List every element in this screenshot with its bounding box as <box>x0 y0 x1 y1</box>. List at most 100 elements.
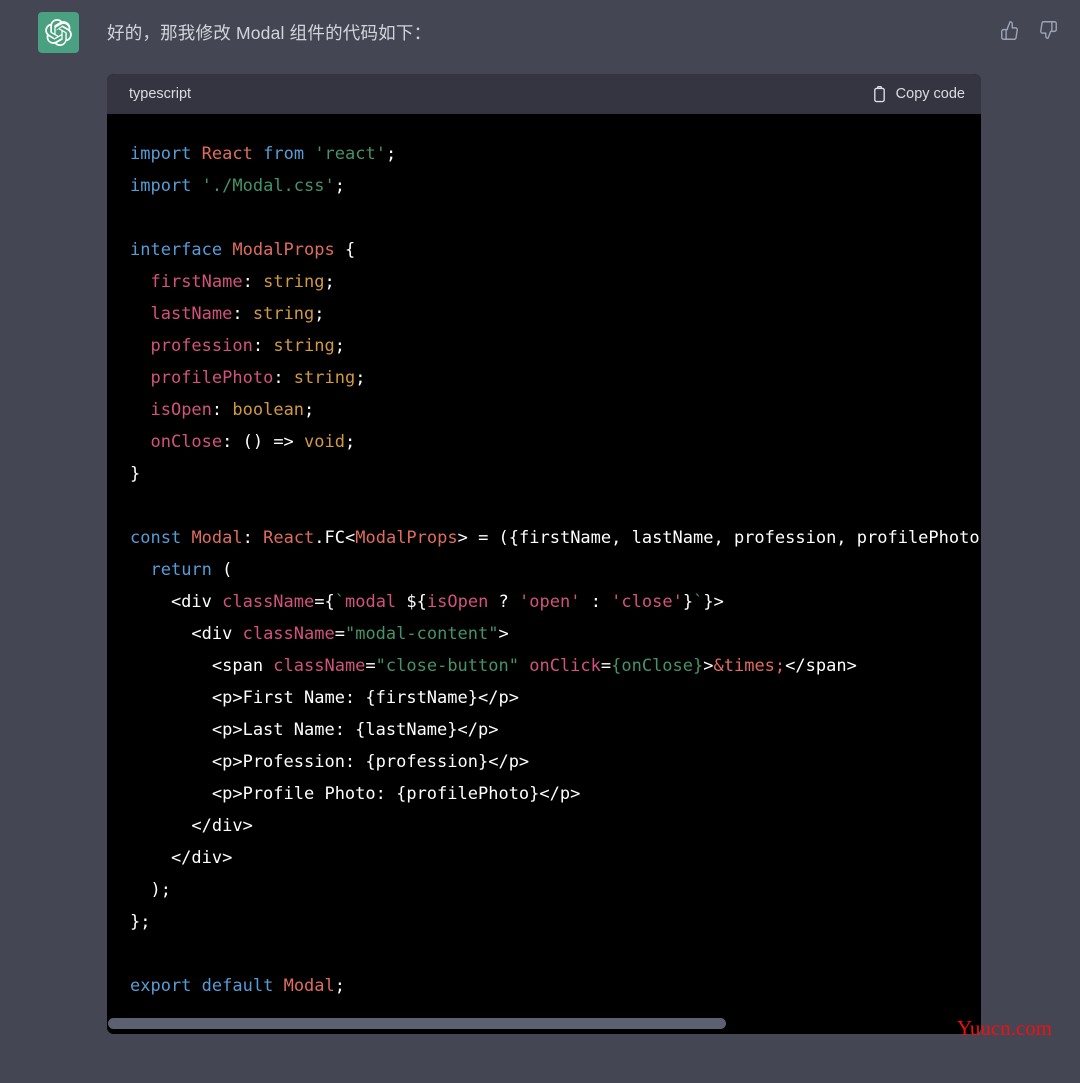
copy-code-label: Copy code <box>896 86 965 102</box>
code-line: profession: string; <box>130 330 981 362</box>
code-token: > <box>499 624 509 644</box>
copy-code-button[interactable]: Copy code <box>872 86 965 103</box>
code-token <box>191 176 201 196</box>
code-line: } <box>130 458 981 490</box>
code-token <box>130 560 150 580</box>
code-token: default <box>202 976 274 996</box>
code-token: Modal <box>284 976 335 996</box>
code-token: </div> <box>130 848 232 868</box>
code-token: ` <box>335 592 345 612</box>
code-line: <p>Profile Photo: {profilePhoto}</p> <box>130 778 981 810</box>
code-token: lastName <box>150 304 232 324</box>
code-token: "close-button" <box>376 656 519 676</box>
code-token: modal <box>345 592 406 612</box>
code-token: ; <box>345 432 355 452</box>
code-token <box>519 656 529 676</box>
code-block-header: typescript Copy code <box>107 74 981 114</box>
code-token: ; <box>314 304 324 324</box>
code-token: ={ <box>314 592 334 612</box>
code-token: ${ <box>406 592 426 612</box>
code-token: className <box>273 656 365 676</box>
code-token <box>304 144 314 164</box>
code-token: React <box>263 528 314 548</box>
code-token: <div <box>130 624 243 644</box>
code-token: <p>Profession: {profession}</p> <box>130 752 529 772</box>
code-line: profilePhoto: string; <box>130 362 981 394</box>
code-content: import React from 'react';import './Moda… <box>107 138 981 1002</box>
code-token: > = ({firstName, lastName, profession, p… <box>458 528 981 548</box>
code-token: profession <box>150 336 252 356</box>
code-token: </span> <box>785 656 857 676</box>
code-line: <p>Last Name: {lastName}</p> <box>130 714 981 746</box>
code-line: import React from 'react'; <box>130 138 981 170</box>
code-token: } <box>683 592 693 612</box>
code-line: </div> <box>130 810 981 842</box>
code-token: ModalProps <box>232 240 334 260</box>
code-line: interface ModalProps { <box>130 234 981 266</box>
code-token <box>191 144 201 164</box>
code-line <box>130 938 981 970</box>
code-token: ; <box>355 368 365 388</box>
code-token: isOpen <box>150 400 211 420</box>
code-line: }; <box>130 906 981 938</box>
code-token: .FC< <box>314 528 355 548</box>
code-token: ; <box>386 144 396 164</box>
code-token: return <box>150 560 211 580</box>
horizontal-scrollbar-thumb[interactable] <box>108 1018 726 1029</box>
thumbs-down-icon[interactable] <box>1037 20 1058 41</box>
code-token: string <box>273 336 334 356</box>
code-token: ; <box>335 176 345 196</box>
horizontal-scrollbar-track[interactable] <box>107 1013 981 1034</box>
thumbs-up-icon[interactable] <box>1000 20 1021 41</box>
code-token: ? <box>488 592 519 612</box>
code-token: <span <box>130 656 273 676</box>
openai-logo-icon <box>45 19 72 46</box>
code-token <box>222 240 232 260</box>
code-token: from <box>263 144 304 164</box>
code-token <box>191 976 201 996</box>
code-language-label: typescript <box>129 86 191 102</box>
code-token: ; <box>335 976 345 996</box>
code-token: = <box>335 624 345 644</box>
code-line: <span className="close-button" onClick={… <box>130 650 981 682</box>
code-block: typescript Copy code import React from '… <box>107 74 981 1034</box>
code-token: className <box>243 624 335 644</box>
code-token: './Modal.css' <box>202 176 335 196</box>
code-token: }> <box>703 592 723 612</box>
code-token <box>130 368 150 388</box>
code-token: interface <box>130 240 222 260</box>
code-token: <div <box>130 592 222 612</box>
code-token: isOpen <box>427 592 488 612</box>
code-line: const Modal: React.FC<ModalProps> = ({fi… <box>130 522 981 554</box>
avatar <box>38 12 79 53</box>
code-token: > <box>703 656 713 676</box>
code-token: 'close' <box>611 592 683 612</box>
code-line: onClose: () => void; <box>130 426 981 458</box>
code-token <box>130 432 150 452</box>
code-token: void <box>304 432 345 452</box>
code-token: : <box>243 272 263 292</box>
code-token: </div> <box>130 816 253 836</box>
code-line: ); <box>130 874 981 906</box>
code-line: firstName: string; <box>130 266 981 298</box>
code-token: onClick <box>529 656 601 676</box>
code-token: ; <box>335 336 345 356</box>
code-token: boolean <box>232 400 304 420</box>
code-token: : <box>580 592 611 612</box>
assistant-message: 好的，那我修改 Modal 组件的代码如下： typescript Copy c… <box>0 0 1080 1034</box>
code-token: import <box>130 144 191 164</box>
code-scroll-area[interactable]: import React from 'react';import './Moda… <box>107 114 981 1034</box>
code-token: = <box>365 656 375 676</box>
code-token: : () => <box>222 432 304 452</box>
code-token: ); <box>130 880 171 900</box>
code-token: : <box>253 336 273 356</box>
code-token: import <box>130 176 191 196</box>
code-token: className <box>222 592 314 612</box>
code-line <box>130 490 981 522</box>
message-body: 好的，那我修改 Modal 组件的代码如下： typescript Copy c… <box>79 12 1080 1034</box>
code-token <box>273 976 283 996</box>
code-token: : <box>232 304 252 324</box>
code-token <box>130 336 150 356</box>
code-token: firstName <box>150 272 242 292</box>
code-token: <p>Profile Photo: {profilePhoto}</p> <box>130 784 580 804</box>
